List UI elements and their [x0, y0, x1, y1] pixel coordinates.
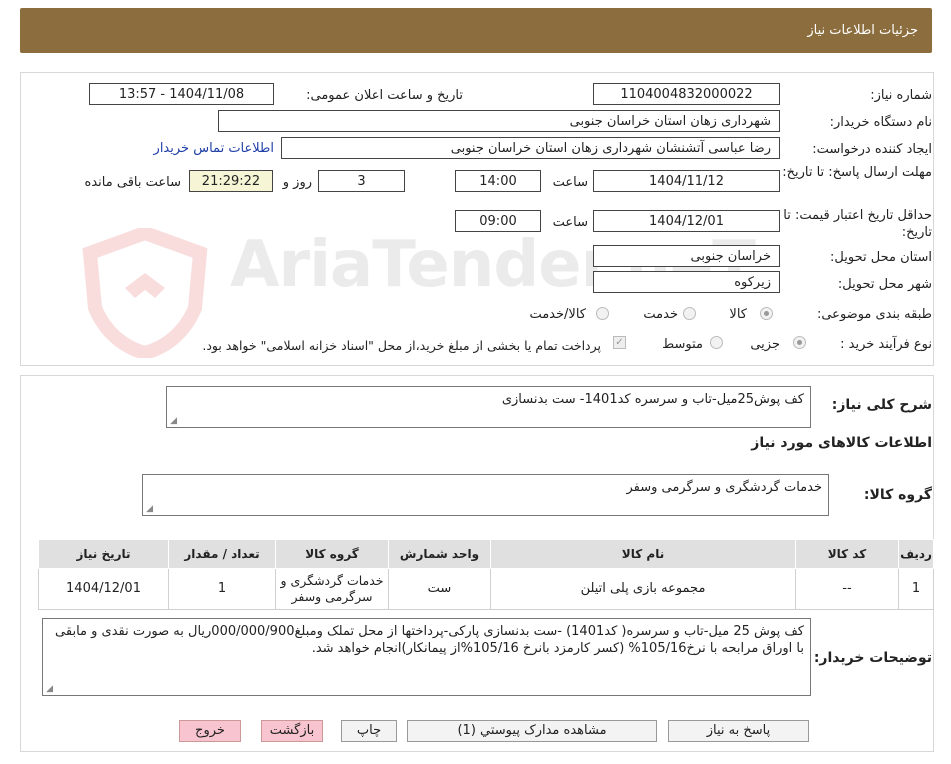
validity-date-field: 1404/12/01 — [593, 210, 780, 232]
back-button[interactable]: بازگشت — [261, 720, 323, 742]
cell-code: -- — [795, 568, 899, 610]
col-code-header: کد کالا — [795, 539, 899, 569]
category-radio-both[interactable] — [596, 307, 609, 320]
summary-textarea: کف پوش25میل-تاب و سرسره کد1401- ست بدنسا… — [166, 386, 811, 428]
deadline-time-field: 14:00 — [455, 170, 541, 192]
shield-logo-icon — [82, 225, 208, 361]
cell-unit: ست — [388, 568, 491, 610]
col-unit-header: واحد شمارش — [388, 539, 491, 569]
notes-textarea: کف پوش 25 میل-تاب و سرسره( کد1401) -ست ب… — [42, 618, 811, 696]
contact-buyer-link[interactable]: اطلاعات تماس خریدار — [154, 141, 274, 156]
col-group-header: گروه کالا — [275, 539, 389, 569]
notes-value: کف پوش 25 میل-تاب و سرسره( کد1401) -ست ب… — [55, 624, 804, 656]
col-date-header: تاریخ نیاز — [38, 539, 169, 569]
category-option-service: خدمت — [643, 307, 678, 322]
creator-label: ایجاد کننده درخواست: — [812, 142, 932, 157]
city-label: شهر محل تحویل: — [837, 277, 932, 292]
category-label: طبقه بندی موضوعی: — [816, 307, 932, 322]
category-option-goods: کالا — [729, 307, 747, 322]
category-radio-goods[interactable] — [760, 307, 773, 320]
summary-value: کف پوش25میل-تاب و سرسره کد1401- ست بدنسا… — [501, 392, 804, 407]
process-option-minor: جزیی — [750, 337, 780, 352]
deadline-label: مهلت ارسال پاسخ: تا تاریخ: — [782, 165, 932, 180]
deadline-time-label: ساعت — [552, 175, 588, 190]
group-value: خدمات گردشگری و سرگرمی وسفر — [626, 480, 822, 495]
province-field: خراسان جنوبی — [593, 245, 780, 267]
need-number-label: شماره نیاز: — [870, 88, 932, 103]
watermark: AriaTender.neT — [80, 225, 756, 362]
notes-label: توضیحات خریدار: — [813, 650, 932, 666]
resize-grip-icon[interactable]: ◢ — [45, 685, 53, 694]
cell-row: 1 — [898, 568, 934, 610]
need-number-field: 1104004832000022 — [593, 83, 780, 105]
days-label: روز و — [282, 175, 312, 190]
announce-label: تاریخ و ساعت اعلان عمومی: — [306, 88, 463, 103]
resize-grip-icon[interactable]: ◢ — [169, 417, 177, 426]
col-qty-header: تعداد / مقدار — [168, 539, 276, 569]
page-header: جزئیات اطلاعات نیاز — [20, 8, 932, 53]
resize-grip-icon[interactable]: ◢ — [145, 505, 153, 514]
col-row-header: ردیف — [898, 539, 934, 569]
creator-field: رضا عباسی آتشنشان شهرداری زهان استان خرا… — [281, 137, 780, 159]
reply-button[interactable]: پاسخ به نیاز — [668, 720, 809, 742]
validity-time-field: 09:00 — [455, 210, 541, 232]
city-field: زیرکوه — [593, 271, 780, 293]
payment-note: پرداخت تمام یا بخشی از مبلغ خرید،از محل … — [202, 338, 601, 353]
page-title: جزئیات اطلاعات نیاز — [807, 23, 918, 38]
group-label: گروه کالا: — [863, 487, 932, 503]
cell-date: 1404/12/01 — [38, 568, 169, 610]
days-field: 3 — [318, 170, 405, 192]
process-radio-medium[interactable] — [710, 336, 723, 349]
province-label: استان محل تحویل: — [830, 250, 932, 265]
summary-label: شرح کلی نیاز: — [831, 397, 932, 413]
category-option-both: کالا/خدمت — [529, 307, 586, 322]
table-row: 1 -- مجموعه بازی پلی اتیلن ست خدمات گردش… — [38, 568, 934, 610]
view-documents-button[interactable]: مشاهده مدارک پیوستي (1) — [407, 720, 657, 742]
deadline-date-field: 1404/11/12 — [593, 170, 780, 192]
validity-time-label: ساعت — [552, 215, 588, 230]
payment-checkbox[interactable]: ✓ — [613, 336, 626, 349]
cell-group: خدمات گردشگری و سرگرمی وسفر — [275, 568, 389, 610]
exit-button[interactable]: خروج — [179, 720, 241, 742]
buyer-label: نام دستگاه خریدار: — [829, 115, 932, 130]
remaining-time-field: 21:29:22 — [189, 170, 273, 192]
items-table: ردیف کد کالا نام کالا واحد شمارش گروه کا… — [38, 539, 934, 610]
group-textarea: خدمات گردشگری و سرگرمی وسفر ◢ — [142, 474, 829, 516]
col-name-header: نام کالا — [490, 539, 796, 569]
validity-label: حداقل تاریخ اعتبار قیمت: تا تاریخ: — [783, 208, 932, 240]
process-label: نوع فرآیند خرید : — [840, 337, 932, 352]
table-header-row: ردیف کد کالا نام کالا واحد شمارش گروه کا… — [38, 539, 934, 569]
announce-field: 1404/11/08 - 13:57 — [89, 83, 274, 105]
remaining-label: ساعت باقی مانده — [84, 175, 181, 190]
process-option-medium: متوسط — [662, 337, 703, 352]
buyer-field: شهرداری زهان استان خراسان جنوبی — [218, 110, 780, 132]
cell-qty: 1 — [168, 568, 276, 610]
print-button[interactable]: چاپ — [341, 720, 397, 742]
goods-section-title: اطلاعات کالاهای مورد نیاز — [751, 435, 932, 451]
cell-name: مجموعه بازی پلی اتیلن — [490, 568, 796, 610]
process-radio-minor[interactable] — [793, 336, 806, 349]
category-radio-service[interactable] — [683, 307, 696, 320]
